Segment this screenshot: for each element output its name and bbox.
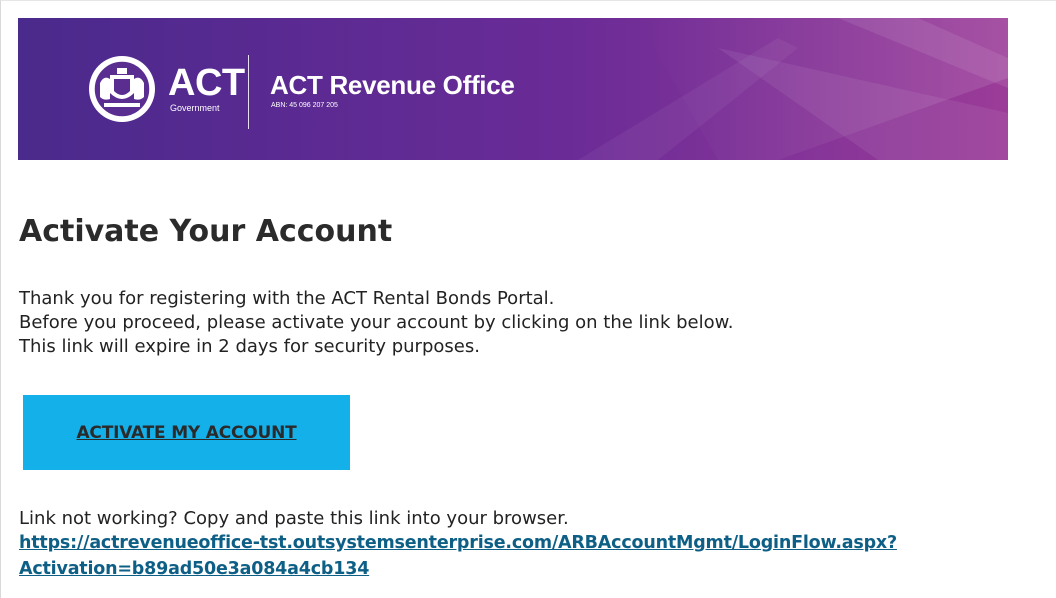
abn-text: ABN: 45 096 207 205 [271, 102, 338, 109]
office-name: ACT Revenue Office [270, 70, 515, 100]
act-coat-of-arms-icon [86, 53, 158, 125]
email-viewer: ACT Government ACT Revenue Office ABN: 4… [0, 0, 1056, 598]
activation-link-continued[interactable]: Activation=b89ad50e3a084a4cb134 [19, 557, 369, 581]
page-title: Activate Your Account [19, 214, 393, 249]
activation-link[interactable]: https://actrevenueoffice-tst.outsystemse… [19, 531, 897, 555]
email-body: Thank you for registering with the ACT R… [19, 287, 733, 359]
activate-account-label: ACTIVATE MY ACCOUNT [76, 422, 297, 443]
brand-act: ACT [168, 62, 245, 104]
body-line-2: Before you proceed, please activate your… [19, 312, 734, 333]
banner-divider [248, 55, 249, 129]
brand-government: Government [170, 103, 220, 113]
header-banner: ACT Government ACT Revenue Office ABN: 4… [18, 18, 1008, 160]
body-line-1: Thank you for registering with the ACT R… [19, 288, 555, 309]
activate-account-button[interactable]: ACTIVATE MY ACCOUNT [23, 395, 350, 470]
fallback-instructions: Link not working? Copy and paste this li… [19, 508, 569, 529]
body-line-3: This link will expire in 2 days for secu… [19, 336, 480, 357]
